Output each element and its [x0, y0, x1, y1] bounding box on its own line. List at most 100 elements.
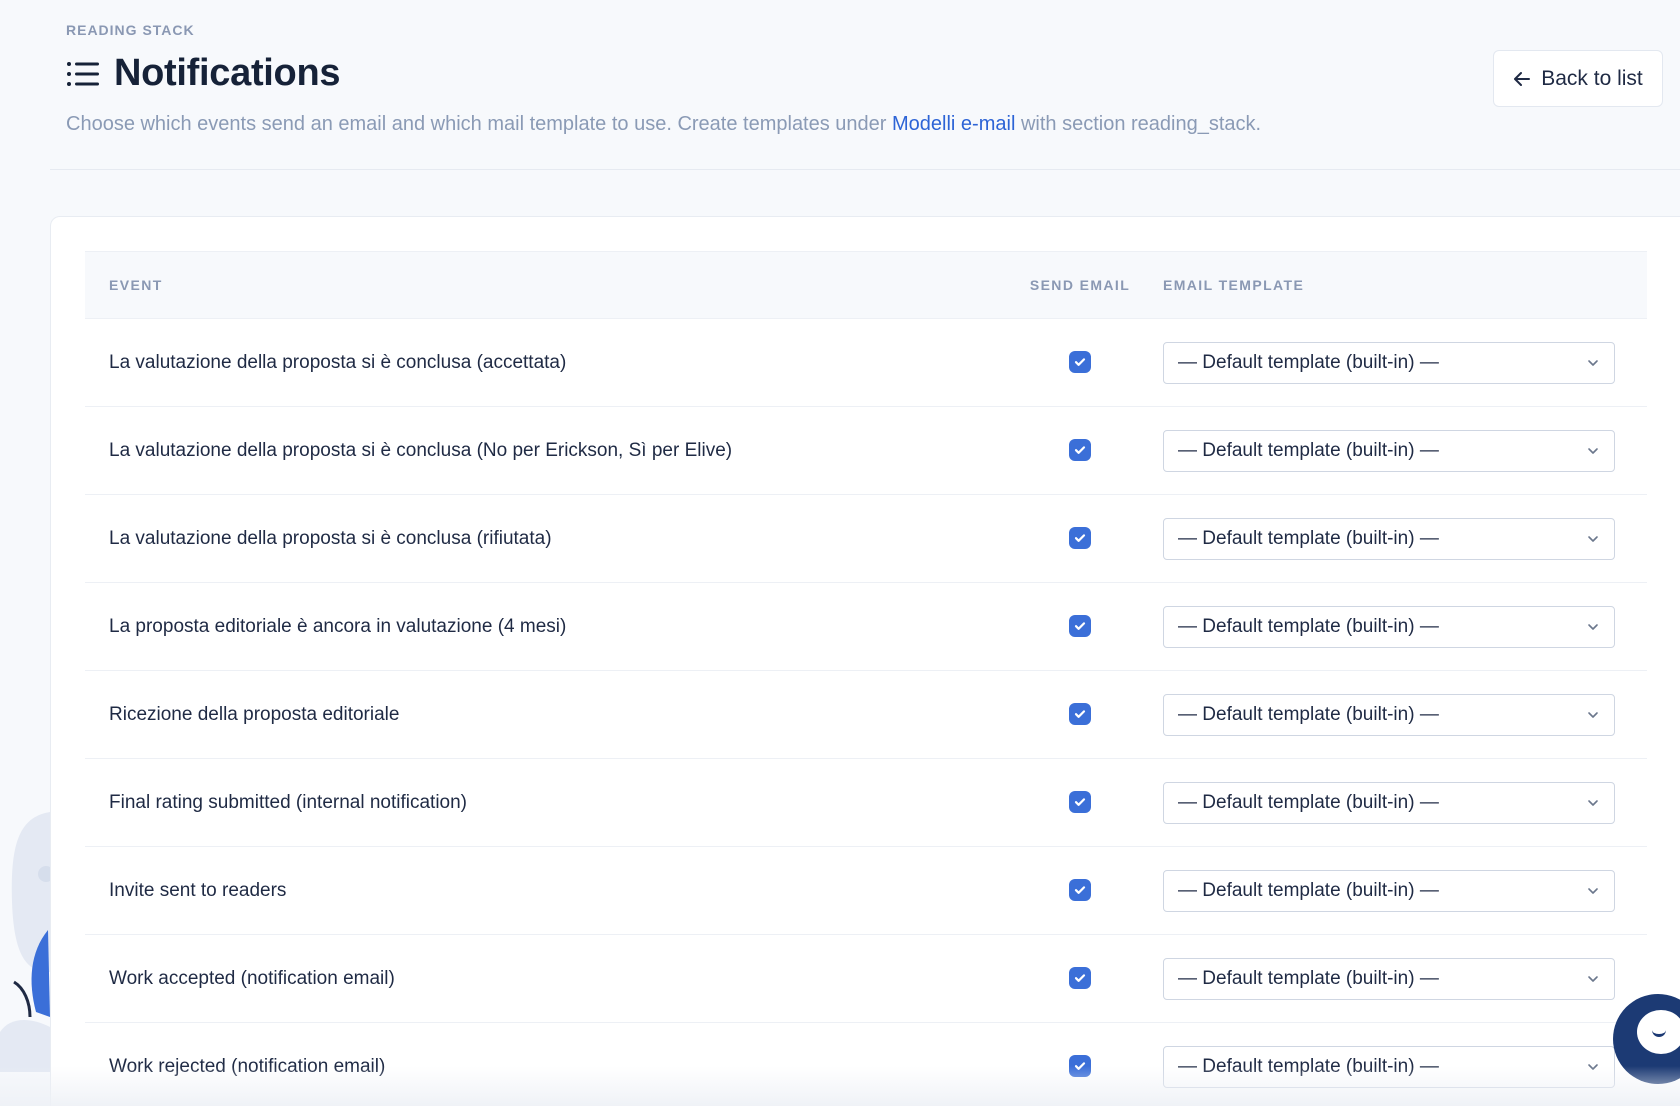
- send-email-cell: [997, 351, 1163, 374]
- send-email-cell: [997, 703, 1163, 726]
- email-template-cell: — Default template (built-in) —: [1163, 781, 1647, 824]
- email-template-select[interactable]: — Default template (built-in) —: [1163, 605, 1615, 648]
- send-email-checkbox[interactable]: [1069, 439, 1091, 461]
- event-cell: Work rejected (notification email): [85, 1056, 997, 1078]
- checkmark-icon: [1074, 446, 1086, 454]
- email-templates-link[interactable]: Modelli e-mail: [892, 113, 1015, 135]
- email-template-cell: — Default template (built-in) —: [1163, 693, 1647, 736]
- event-label: La valutazione della proposta si è concl…: [109, 351, 567, 373]
- event-label: Ricezione della proposta editoriale: [109, 703, 400, 725]
- email-template-selected: — Default template (built-in) —: [1178, 791, 1439, 813]
- email-template-select[interactable]: — Default template (built-in) —: [1163, 869, 1615, 912]
- checkmark-icon: [1074, 886, 1086, 894]
- email-template-select[interactable]: — Default template (built-in) —: [1163, 1045, 1615, 1088]
- event-cell: Ricezione della proposta editoriale: [85, 704, 997, 726]
- chevron-down-icon: [1588, 359, 1598, 366]
- send-email-cell: [997, 967, 1163, 990]
- email-template-cell: — Default template (built-in) —: [1163, 869, 1647, 912]
- send-email-checkbox[interactable]: [1069, 351, 1091, 373]
- send-email-checkbox[interactable]: [1069, 1055, 1091, 1077]
- page-subtitle: Choose which events send an email and wh…: [66, 113, 1680, 136]
- table-body: La valutazione della proposta si è concl…: [85, 319, 1647, 1106]
- send-email-cell: [997, 527, 1163, 550]
- checkmark-icon: [1074, 798, 1086, 806]
- back-button-label: Back to list: [1541, 66, 1643, 90]
- title-row: Notifications: [66, 52, 1680, 95]
- header-divider: [50, 169, 1680, 170]
- event-cell: La proposta editoriale è ancora in valut…: [85, 616, 997, 638]
- table-row: La proposta editoriale è ancora in valut…: [85, 583, 1647, 671]
- email-template-selected: — Default template (built-in) —: [1178, 1055, 1439, 1077]
- checkmark-icon: [1074, 358, 1086, 366]
- event-cell: Invite sent to readers: [85, 880, 997, 902]
- send-email-cell: [997, 615, 1163, 638]
- arrow-left-icon: [1514, 71, 1531, 86]
- column-header-email-template: EMAIL TEMPLATE: [1163, 277, 1305, 293]
- column-header-send-email: SEND EMAIL: [1029, 277, 1131, 293]
- event-cell: La valutazione della proposta si è concl…: [85, 528, 997, 550]
- checkmark-icon: [1074, 622, 1086, 630]
- event-label: La valutazione della proposta si è concl…: [109, 527, 552, 549]
- send-email-checkbox[interactable]: [1069, 615, 1091, 637]
- event-label: Invite sent to readers: [109, 879, 287, 901]
- email-template-select[interactable]: — Default template (built-in) —: [1163, 429, 1615, 472]
- table-row: Work accepted (notification email) — Def…: [85, 935, 1647, 1023]
- email-template-select[interactable]: — Default template (built-in) —: [1163, 781, 1615, 824]
- email-template-select[interactable]: — Default template (built-in) —: [1163, 341, 1615, 384]
- notifications-card: EVENT SEND EMAIL EMAIL TEMPLATE La valut…: [50, 216, 1680, 1106]
- table-row: Invite sent to readers — Default templat…: [85, 847, 1647, 935]
- send-email-checkbox[interactable]: [1069, 967, 1091, 989]
- chevron-down-icon: [1588, 623, 1598, 630]
- email-template-selected: — Default template (built-in) —: [1178, 615, 1439, 637]
- email-template-selected: — Default template (built-in) —: [1178, 967, 1439, 989]
- chevron-down-icon: [1588, 887, 1598, 894]
- notifications-table: EVENT SEND EMAIL EMAIL TEMPLATE La valut…: [85, 251, 1647, 1106]
- event-label: La proposta editoriale è ancora in valut…: [109, 615, 567, 637]
- email-template-selected: — Default template (built-in) —: [1178, 527, 1439, 549]
- breadcrumb: READING STACK: [66, 22, 195, 38]
- checkmark-icon: [1074, 974, 1086, 982]
- send-email-checkbox[interactable]: [1069, 879, 1091, 901]
- email-template-select[interactable]: — Default template (built-in) —: [1163, 517, 1615, 560]
- email-template-cell: — Default template (built-in) —: [1163, 341, 1647, 384]
- email-template-selected: — Default template (built-in) —: [1178, 703, 1439, 725]
- event-label: Work accepted (notification email): [109, 967, 395, 989]
- subtitle-text: Choose which events send an email and wh…: [66, 113, 893, 135]
- event-cell: Work accepted (notification email): [85, 968, 997, 990]
- subtitle-text-end: with section reading_stack.: [1015, 113, 1262, 135]
- column-header-event: EVENT: [109, 277, 163, 293]
- checkmark-icon: [1074, 710, 1086, 718]
- event-cell: La valutazione della proposta si è concl…: [85, 440, 997, 462]
- email-template-cell: — Default template (built-in) —: [1163, 957, 1647, 1000]
- email-template-selected: — Default template (built-in) —: [1178, 879, 1439, 901]
- email-template-cell: — Default template (built-in) —: [1163, 605, 1647, 648]
- event-cell: La valutazione della proposta si è concl…: [85, 352, 997, 374]
- email-template-select[interactable]: — Default template (built-in) —: [1163, 693, 1615, 736]
- table-row: Final rating submitted (internal notific…: [85, 759, 1647, 847]
- send-email-cell: [997, 439, 1163, 462]
- decorative-illustration: [0, 812, 50, 1072]
- email-template-selected: — Default template (built-in) —: [1178, 439, 1439, 461]
- list-icon: [67, 61, 99, 86]
- email-template-cell: — Default template (built-in) —: [1163, 429, 1647, 472]
- send-email-checkbox[interactable]: [1069, 791, 1091, 813]
- send-email-cell: [997, 791, 1163, 814]
- table-row: La valutazione della proposta si è concl…: [85, 319, 1647, 407]
- event-label: Final rating submitted (internal notific…: [109, 791, 468, 813]
- send-email-checkbox[interactable]: [1069, 527, 1091, 549]
- table-row: Work rejected (notification email) — Def…: [85, 1023, 1647, 1106]
- table-row: La valutazione della proposta si è concl…: [85, 407, 1647, 495]
- email-template-select[interactable]: — Default template (built-in) —: [1163, 957, 1615, 1000]
- page-title: Notifications: [114, 52, 341, 94]
- chevron-down-icon: [1588, 535, 1598, 542]
- event-label: Work rejected (notification email): [109, 1055, 386, 1077]
- send-email-checkbox[interactable]: [1069, 703, 1091, 725]
- send-email-cell: [997, 1055, 1163, 1078]
- email-template-cell: — Default template (built-in) —: [1163, 517, 1647, 560]
- chevron-down-icon: [1588, 1063, 1598, 1070]
- event-cell: Final rating submitted (internal notific…: [85, 792, 997, 814]
- chevron-down-icon: [1588, 711, 1598, 718]
- chevron-down-icon: [1588, 447, 1598, 454]
- back-to-list-button[interactable]: Back to list: [1493, 50, 1663, 107]
- email-template-cell: — Default template (built-in) —: [1163, 1045, 1647, 1088]
